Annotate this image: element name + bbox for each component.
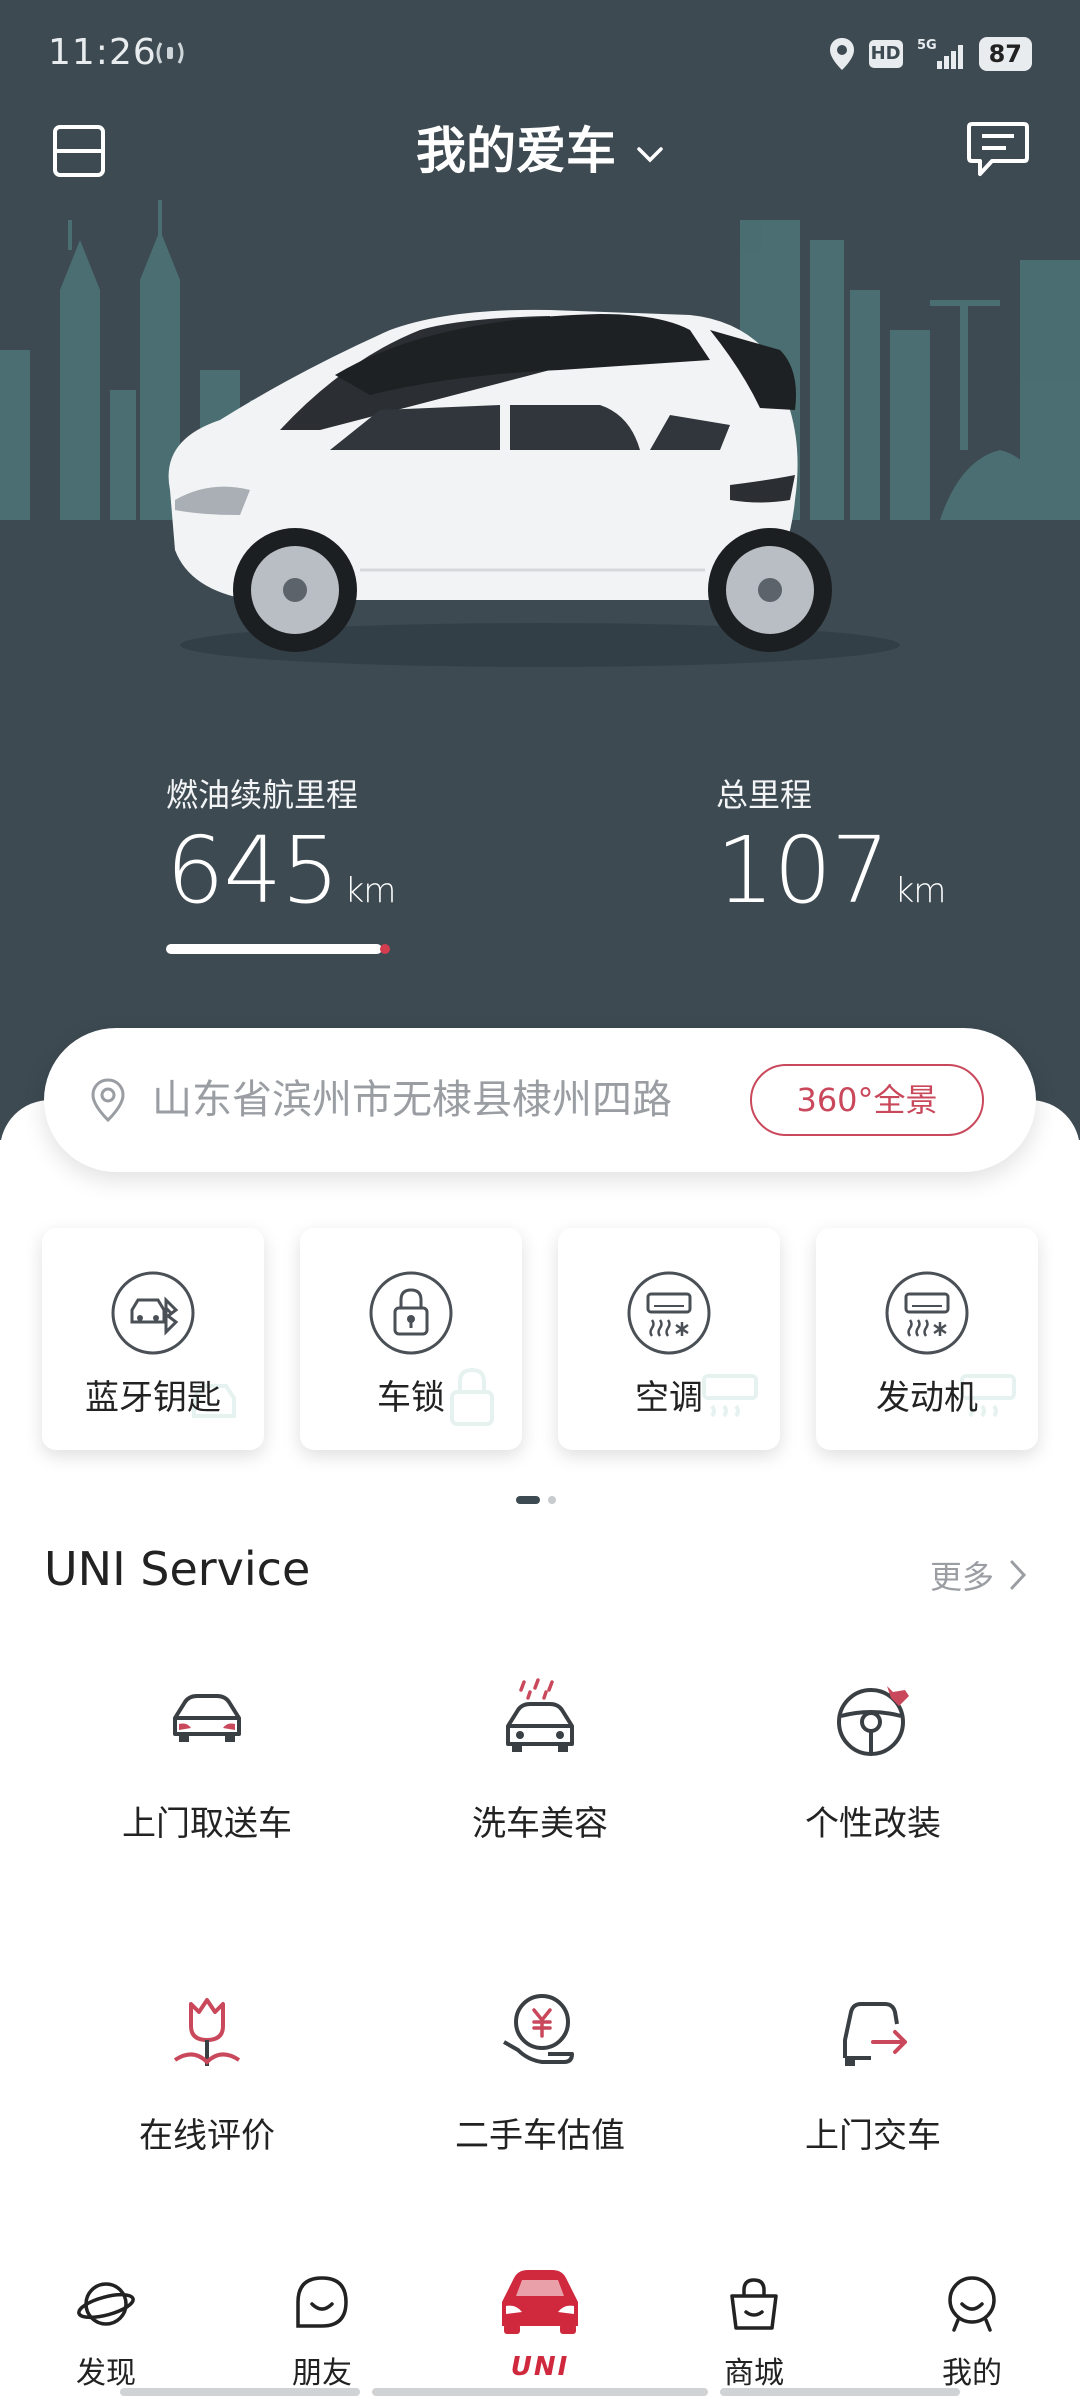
tab-label: UNI	[510, 2352, 570, 2382]
status-bar: 11:26 HD 5G 87	[0, 0, 1080, 110]
control-label: 车锁	[377, 1378, 445, 1418]
total-mileage-label: 总里程	[716, 776, 813, 814]
chevron-right-icon	[1010, 1560, 1027, 1590]
service-customization[interactable]: 个性改装	[708, 1678, 1038, 1878]
fuel-level-bar	[166, 944, 390, 954]
service-section-title: UNI Service	[44, 1542, 311, 1596]
page-dot-active	[516, 1496, 540, 1504]
control-bluetooth-key[interactable]: 蓝牙钥匙	[42, 1228, 264, 1450]
location-pin-icon	[91, 1078, 125, 1122]
control-label: 蓝牙钥匙	[85, 1378, 221, 1418]
page-dot	[548, 1496, 556, 1504]
service-label: 上门取送车	[122, 1804, 292, 1844]
more-label: 更多	[929, 1558, 994, 1596]
vehicle-location-card[interactable]: 山东省滨州市无棣县棣州四路 360°全景	[44, 1028, 1036, 1172]
page-indicator	[516, 1496, 556, 1506]
tab-label: 发现	[76, 2356, 136, 2391]
service-car-pickup[interactable]: 上门取送车	[42, 1678, 372, 1878]
vehicle-address: 山东省滨州市无棣县棣州四路	[152, 1077, 672, 1123]
car-wash-icon	[506, 1678, 574, 1752]
control-engine[interactable]: 发动机	[816, 1228, 1038, 1450]
steering-wheel-icon	[837, 1686, 909, 1756]
quick-controls: 蓝牙钥匙 车锁 空调 发动机	[42, 1228, 1038, 1450]
service-label: 在线评价	[139, 2116, 275, 2156]
gesture-bar-segment	[120, 2388, 360, 2396]
signal-5g-icon: 5G	[917, 38, 963, 69]
total-mileage-unit: km	[894, 871, 947, 911]
control-label: 发动机	[876, 1378, 978, 1418]
shopping-bag-icon	[730, 2278, 778, 2330]
control-lock[interactable]: 车锁	[300, 1228, 522, 1450]
tab-label: 我的	[942, 2356, 1002, 2391]
panorama-button[interactable]: 360°全景	[750, 1064, 984, 1136]
lock-icon	[369, 1271, 453, 1355]
service-label: 个性改装	[805, 1804, 941, 1844]
status-time: 11:26	[48, 32, 157, 73]
tab-mall[interactable]: 商城	[684, 2260, 824, 2400]
tab-uni[interactable]: UNI	[470, 2260, 610, 2400]
car-pickup-icon	[173, 1694, 241, 1742]
gesture-bar-segment	[372, 2388, 708, 2396]
vehicle-hero: 11:26 HD 5G 87 我的爱车 燃油续航里程 645 km 总里程 10…	[0, 0, 1080, 1140]
engine-icon	[885, 1271, 969, 1355]
car-front-icon	[502, 2270, 578, 2334]
location-pin-icon	[829, 38, 854, 70]
control-air-conditioner[interactable]: 空调	[558, 1228, 780, 1450]
fuel-range-label: 燃油续航里程	[166, 776, 359, 814]
chat-smile-icon	[296, 2276, 348, 2328]
service-more-link[interactable]: 更多	[930, 1552, 1028, 1598]
tab-label: 朋友	[292, 2356, 352, 2391]
service-car-delivery[interactable]: 上门交车	[708, 1990, 1038, 2190]
total-mileage-stat: 总里程 107 km	[716, 770, 947, 946]
bluetooth-key-icon	[111, 1271, 195, 1355]
bottom-navigation: 发现 朋友 UNI 商城 我的	[0, 2260, 1080, 2400]
air-conditioner-icon	[627, 1271, 711, 1355]
tab-profile[interactable]: 我的	[902, 2260, 1042, 2400]
page-title: 我的爱车	[416, 122, 616, 180]
nfc-signal-icon	[156, 42, 184, 64]
service-label: 洗车美容	[472, 1804, 608, 1844]
planet-icon	[77, 2282, 135, 2326]
tab-friends[interactable]: 朋友	[252, 2260, 392, 2400]
tab-label: 商城	[724, 2356, 784, 2391]
car-delivery-icon	[843, 2002, 907, 2066]
message-icon[interactable]	[966, 120, 1030, 180]
fuel-range-stat: 燃油续航里程 645 km	[166, 770, 397, 946]
chevron-down-icon	[637, 146, 663, 162]
total-mileage-value: 107	[716, 817, 890, 924]
tulip-icon	[173, 1998, 241, 2066]
status-icons: HD 5G 87	[829, 34, 1032, 74]
service-car-wash[interactable]: 洗车美容	[375, 1678, 705, 1878]
svg-text:5G: 5G	[917, 38, 937, 53]
profile-face-icon	[948, 2276, 996, 2332]
service-online-review[interactable]: 在线评价	[42, 1990, 372, 2190]
service-label: 二手车估值	[455, 2116, 625, 2156]
control-label: 空调	[635, 1378, 703, 1418]
hd-badge: HD	[868, 40, 903, 68]
vehicle-selector[interactable]: 我的爱车	[0, 110, 1080, 192]
car-image	[168, 309, 900, 667]
fuel-range-unit: km	[344, 871, 397, 911]
fuel-range-value: 645	[166, 817, 340, 924]
gesture-bar-segment	[720, 2388, 960, 2396]
tab-discover[interactable]: 发现	[36, 2260, 176, 2400]
yuan-hand-icon	[503, 1994, 574, 2064]
mileage-stats: 燃油续航里程 645 km 总里程 107 km	[0, 770, 1080, 970]
battery-indicator: 87	[978, 37, 1032, 71]
service-used-car-valuation[interactable]: 二手车估值	[375, 1990, 705, 2190]
service-label: 上门交车	[805, 2116, 941, 2156]
